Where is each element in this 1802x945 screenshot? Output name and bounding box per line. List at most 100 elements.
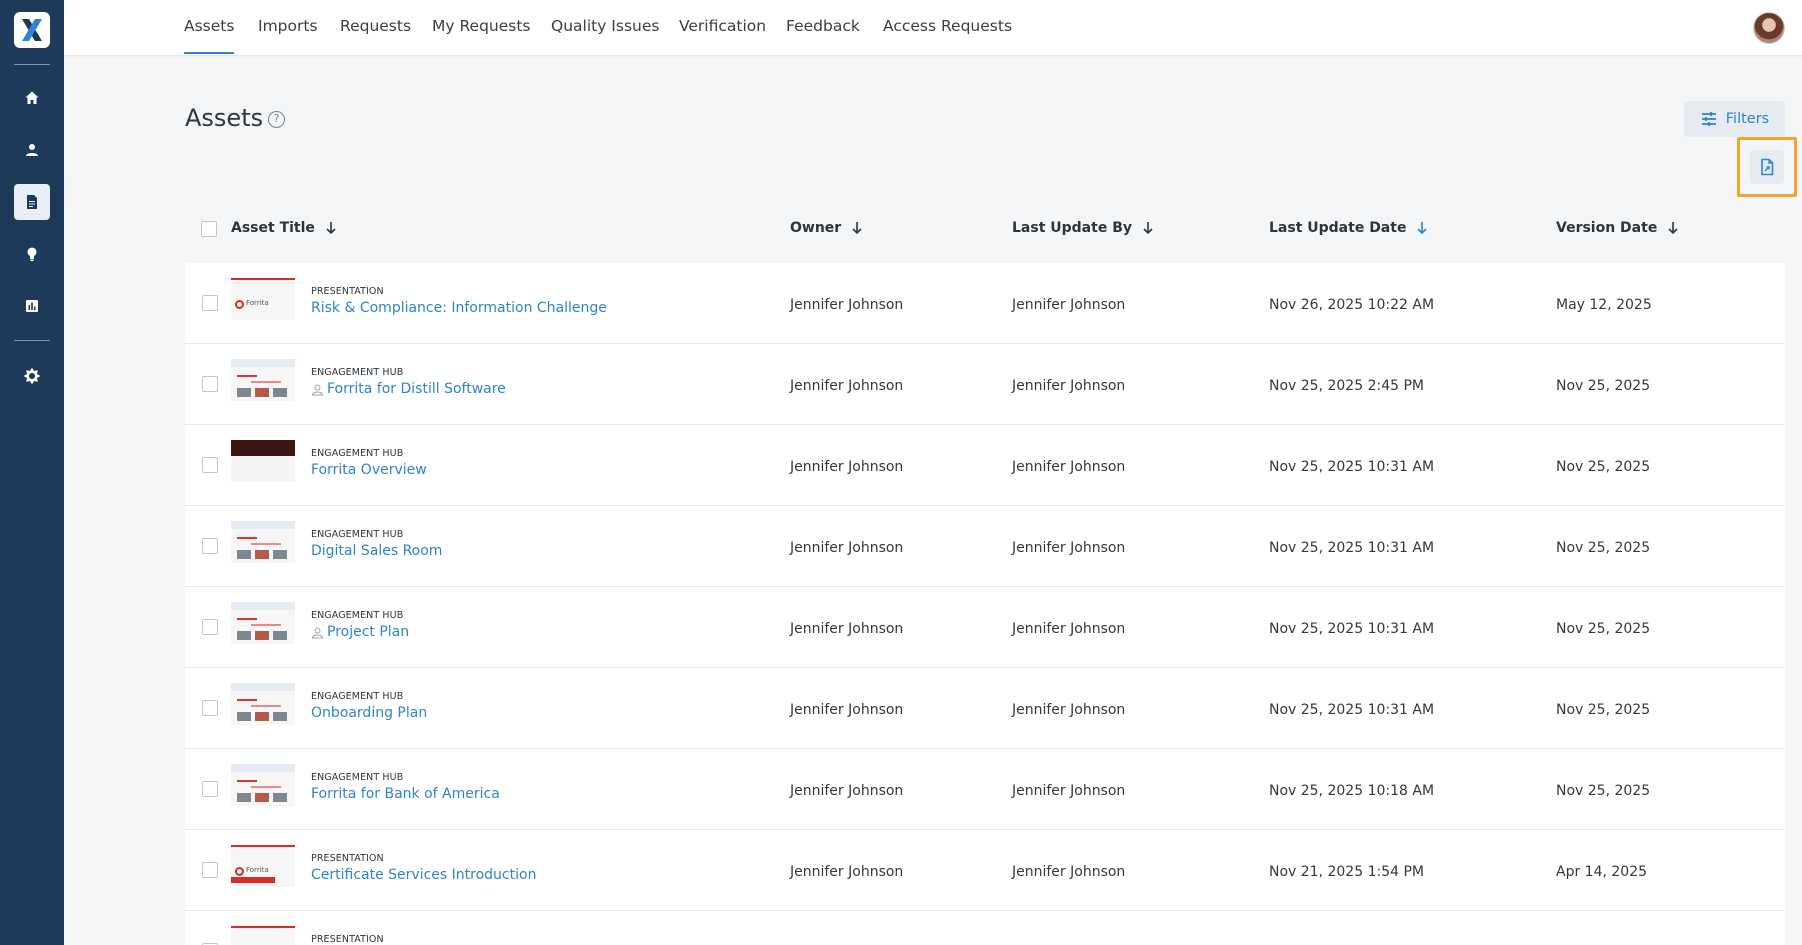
filters-button[interactable]: Filters xyxy=(1684,101,1785,137)
asset-title-link[interactable]: Forrita Overview xyxy=(311,462,427,478)
table-row[interactable]: ENGAGEMENT HUB Digital Sales Room Jennifer… xyxy=(185,506,1785,587)
asset-type: ENGAGEMENT HUB xyxy=(311,772,404,783)
asset-thumbnail[interactable]: Forrita xyxy=(231,926,295,945)
owner-cell: Jennifer Johnson xyxy=(790,783,904,799)
row-checkbox[interactable] xyxy=(202,538,218,554)
select-all-checkbox[interactable] xyxy=(201,221,217,237)
gear-icon xyxy=(24,368,40,384)
asset-title-text: Certificate Services Introduction xyxy=(311,867,537,883)
asset-title-link[interactable]: Forrita for Bank of America xyxy=(311,786,500,802)
row-checkbox[interactable] xyxy=(202,295,218,311)
sort-arrow-icon xyxy=(1668,222,1678,235)
top-navigation: Assets Imports Requests My Requests Qual… xyxy=(64,0,1802,56)
column-last-update-date[interactable]: Last Update Date xyxy=(1269,220,1428,236)
asset-title-link[interactable]: Risk & Compliance: Information Challenge xyxy=(311,300,607,316)
version-date-cell: Nov 25, 2025 xyxy=(1556,540,1651,556)
asset-title-text: Forrita for Bank of America xyxy=(311,786,500,802)
updated-by-cell: Jennifer Johnson xyxy=(1012,459,1126,475)
table-header: Asset Title Owner Last Update By Last Up… xyxy=(185,208,1785,248)
sort-arrow-icon xyxy=(852,222,862,235)
row-checkbox[interactable] xyxy=(202,700,218,716)
table-row[interactable]: Forrita PRESENTATION Certificate Services … xyxy=(185,830,1785,911)
owner-cell: Jennifer Johnson xyxy=(790,378,904,394)
table-row[interactable]: ENGAGEMENT HUB Project Plan Jennifer Johns… xyxy=(185,587,1785,668)
sidebar-item-settings[interactable] xyxy=(14,358,50,394)
lightbulb-icon xyxy=(27,247,37,261)
asset-thumbnail[interactable] xyxy=(231,602,295,644)
owner-cell: Jennifer Johnson xyxy=(790,864,904,880)
row-checkbox[interactable] xyxy=(202,781,218,797)
help-icon[interactable]: ? xyxy=(268,111,285,128)
column-owner[interactable]: Owner xyxy=(790,220,863,236)
table-row[interactable]: Forrita PRESENTATION xyxy=(185,911,1785,945)
tab-assets[interactable]: Assets xyxy=(184,0,235,56)
owner-cell: Jennifer Johnson xyxy=(790,702,904,718)
table-row[interactable]: ENGAGEMENT HUB Forrita for Bank of Americ… xyxy=(185,749,1785,830)
sort-arrow-active-icon xyxy=(1417,222,1428,235)
updated-by-cell: Jennifer Johnson xyxy=(1012,621,1126,637)
avatar[interactable] xyxy=(1753,12,1785,44)
person-icon xyxy=(311,627,324,638)
asset-title-link[interactable]: Forrita for Distill Software xyxy=(311,381,506,397)
tab-requests[interactable]: Requests xyxy=(340,0,411,56)
asset-title-link[interactable]: Certificate Services Introduction xyxy=(311,867,536,883)
tab-feedback[interactable]: Feedback xyxy=(786,0,860,56)
sidebar-divider xyxy=(14,340,50,341)
table-row[interactable]: ENGAGEMENT HUB Forrita for Distill Softwa… xyxy=(185,344,1785,425)
tab-verification[interactable]: Verification xyxy=(679,0,766,56)
version-date-cell: Nov 25, 2025 xyxy=(1556,378,1651,394)
sidebar-item-insights[interactable] xyxy=(14,236,50,272)
asset-thumbnail[interactable] xyxy=(231,683,295,725)
asset-thumbnail[interactable] xyxy=(231,359,295,401)
table-row[interactable]: ENGAGEMENT HUB Onboarding Plan Jennifer Jo… xyxy=(185,668,1785,749)
asset-type: PRESENTATION xyxy=(311,934,384,945)
column-version-date[interactable]: Version Date xyxy=(1556,220,1679,236)
asset-type: ENGAGEMENT HUB xyxy=(311,367,404,378)
asset-thumbnail[interactable] xyxy=(231,521,295,563)
asset-thumbnail[interactable] xyxy=(231,440,295,482)
person-icon xyxy=(311,384,324,395)
asset-title-text: Onboarding Plan xyxy=(311,705,428,721)
updated-date-cell: Nov 25, 2025 10:31 AM xyxy=(1269,540,1435,556)
tab-quality-issues[interactable]: Quality Issues xyxy=(551,0,659,56)
asset-title-text: Forrita for Distill Software xyxy=(327,381,506,397)
tab-my-requests[interactable]: My Requests xyxy=(432,0,531,56)
row-checkbox[interactable] xyxy=(202,619,218,635)
updated-date-cell: Nov 25, 2025 10:31 AM xyxy=(1269,459,1435,475)
row-checkbox[interactable] xyxy=(202,457,218,473)
row-checkbox[interactable] xyxy=(202,862,218,878)
asset-thumbnail[interactable]: Forrita xyxy=(231,845,295,887)
updated-date-cell: Nov 26, 2025 10:22 AM xyxy=(1269,297,1435,313)
column-asset-title[interactable]: Asset Title xyxy=(231,220,337,236)
updated-date-cell: Nov 25, 2025 10:31 AM xyxy=(1269,702,1435,718)
user-icon xyxy=(26,144,38,156)
row-checkbox[interactable] xyxy=(202,376,218,392)
owner-cell: Jennifer Johnson xyxy=(790,297,904,313)
table-row[interactable]: ENGAGEMENT HUB Forrita Overview Jennifer J… xyxy=(185,425,1785,506)
asset-title-text: Risk & Compliance: Information Challenge xyxy=(311,300,607,316)
home-icon xyxy=(25,91,39,104)
owner-cell: Jennifer Johnson xyxy=(790,459,904,475)
sidebar-item-assets[interactable] xyxy=(14,184,50,220)
app-logo[interactable] xyxy=(14,12,50,48)
asset-thumbnail[interactable] xyxy=(231,764,295,806)
file-export-icon xyxy=(1761,158,1774,176)
sidebar-item-home[interactable] xyxy=(14,80,50,116)
column-label: Asset Title xyxy=(231,220,315,236)
asset-title-link[interactable]: Project Plan xyxy=(311,624,409,640)
tab-access-requests[interactable]: Access Requests xyxy=(883,0,1012,56)
tab-imports[interactable]: Imports xyxy=(258,0,318,56)
column-last-update-by[interactable]: Last Update By xyxy=(1012,220,1154,236)
sliders-icon xyxy=(1701,112,1716,126)
table-row[interactable]: Forrita PRESENTATION Risk & Compliance: In… xyxy=(185,263,1785,344)
asset-title-link[interactable]: Digital Sales Room xyxy=(311,543,442,559)
sidebar-item-users[interactable] xyxy=(14,132,50,168)
updated-date-cell: Nov 25, 2025 10:31 AM xyxy=(1269,621,1435,637)
sidebar-item-reports[interactable] xyxy=(14,288,50,324)
x-logo-icon xyxy=(17,15,47,45)
asset-title-link[interactable]: Onboarding Plan xyxy=(311,705,427,721)
export-button[interactable] xyxy=(1750,150,1784,184)
asset-thumbnail[interactable]: Forrita xyxy=(231,278,295,320)
updated-by-cell: Jennifer Johnson xyxy=(1012,297,1126,313)
asset-type: ENGAGEMENT HUB xyxy=(311,610,404,621)
